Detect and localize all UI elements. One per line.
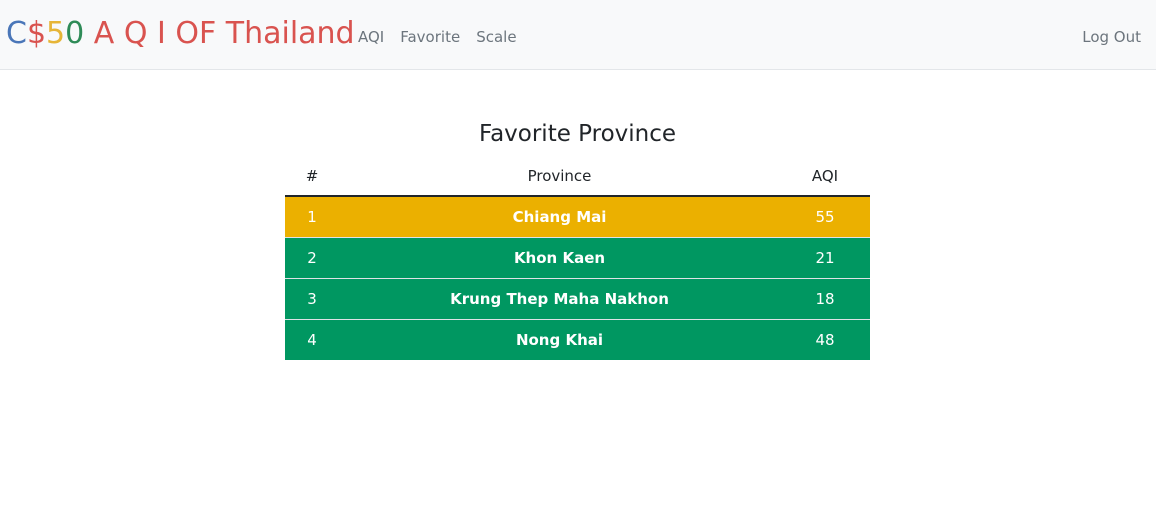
row-index: 4 bbox=[285, 319, 339, 360]
row-aqi: 18 bbox=[780, 278, 870, 320]
brand-part: 5 bbox=[46, 16, 66, 51]
nav-links: AQI Favorite Scale bbox=[358, 26, 517, 48]
nav-link-favorite[interactable]: Favorite bbox=[400, 26, 460, 48]
row-aqi: 21 bbox=[780, 237, 870, 279]
row-province: Chiang Mai bbox=[339, 196, 780, 238]
row-province: Nong Khai bbox=[339, 319, 780, 360]
row-aqi: 48 bbox=[780, 319, 870, 360]
brand-part: $ bbox=[26, 16, 47, 51]
page-title: Favorite Province bbox=[478, 121, 677, 147]
navbar: C$50 A Q I OF Thailand AQI Favorite Scal… bbox=[0, 0, 1156, 70]
row-province: Khon Kaen bbox=[339, 237, 780, 279]
table-row: 4 Nong Khai 48 bbox=[285, 319, 870, 360]
row-index: 1 bbox=[285, 196, 339, 238]
brand-logo[interactable]: C$50 A Q I OF Thailand bbox=[6, 14, 355, 54]
table-row: 1 Chiang Mai 55 bbox=[285, 196, 870, 238]
brand-part: 0 bbox=[65, 16, 85, 51]
column-header-aqi: AQI bbox=[780, 156, 870, 197]
column-header-province: Province bbox=[339, 156, 780, 197]
row-aqi: 55 bbox=[780, 196, 870, 238]
brand-part: C bbox=[6, 16, 27, 51]
row-index: 2 bbox=[285, 237, 339, 279]
brand-part: A Q I OF Thailand bbox=[84, 16, 355, 51]
nav-link-scale[interactable]: Scale bbox=[476, 26, 516, 48]
row-index: 3 bbox=[285, 278, 339, 320]
column-header-index: # bbox=[285, 156, 339, 197]
logout-link[interactable]: Log Out bbox=[1082, 26, 1141, 48]
nav-link-aqi[interactable]: AQI bbox=[358, 26, 384, 48]
table-row: 2 Khon Kaen 21 bbox=[285, 237, 870, 279]
table-row: 3 Krung Thep Maha Nakhon 18 bbox=[285, 278, 870, 320]
table-header-row: # Province AQI bbox=[285, 156, 870, 197]
row-province: Krung Thep Maha Nakhon bbox=[339, 278, 780, 320]
favorite-table: # Province AQI 1 Chiang Mai 55 2 Khon Ka… bbox=[285, 156, 870, 360]
